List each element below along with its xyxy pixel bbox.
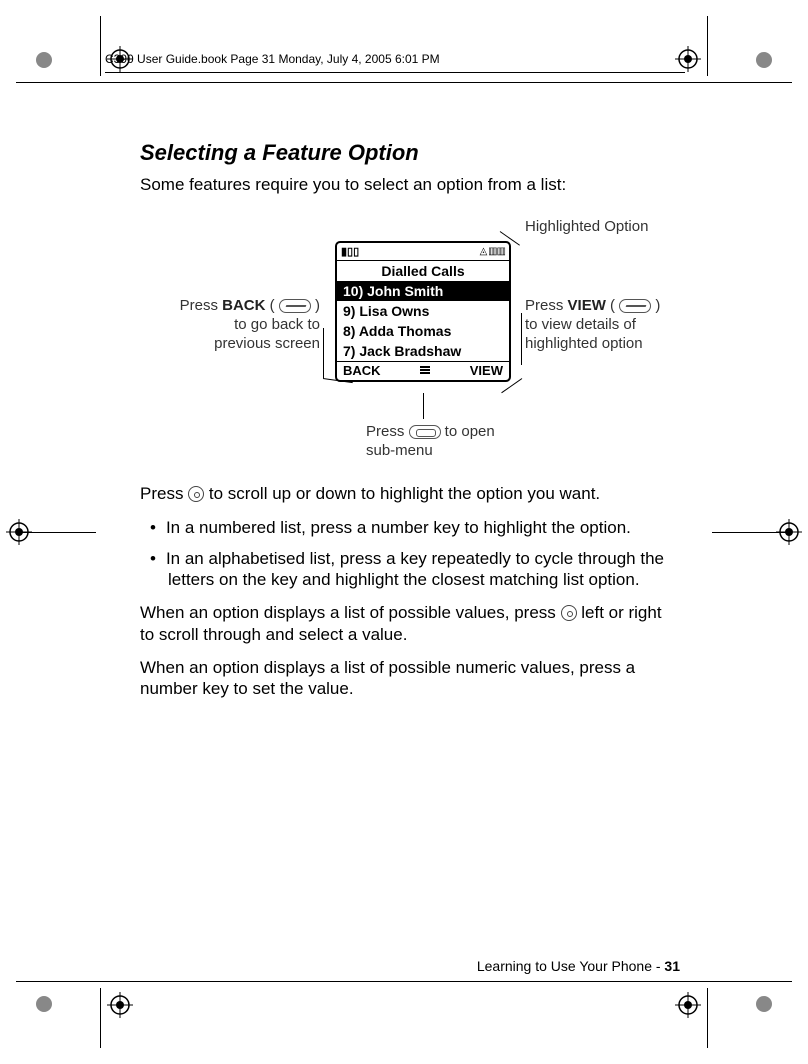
crop-line [100,988,101,1048]
callout-text: Press [366,423,409,440]
callout-back: Press BACK ( ) to go back to previous sc… [140,297,320,353]
nav-key-icon [188,486,204,502]
intro-text: Some features require you to select an o… [140,174,680,195]
nav-key-icon [561,605,577,621]
back-label: BACK [222,297,265,314]
paragraph: When an option displays a list of possib… [140,602,680,645]
crop-dot [36,52,52,68]
softkey-icon [279,299,311,313]
list-item: In an alphabetised list, press a key rep… [168,548,680,591]
callout-menu: Press to opensub-menu [366,423,495,461]
crop-line [100,16,101,76]
header-text: C390 User Guide.book Page 31 Monday, Jul… [105,52,440,66]
crop-dot [36,996,52,1012]
callout-text: Press [525,297,568,314]
screen-title: Dialled Calls [337,261,509,281]
page-header: C390 User Guide.book Page 31 Monday, Jul… [105,48,685,73]
page-footer: Learning to Use Your Phone - 31 [140,958,680,974]
view-label: VIEW [568,297,606,314]
list-item: 9) Lisa Owns [337,301,509,321]
menu-icon [420,363,430,378]
crop-dot [756,996,772,1012]
text: When an option displays a list of possib… [140,603,561,622]
crop-line [712,532,792,533]
softkey-right: VIEW [470,363,503,378]
softkey-icon [619,299,651,313]
signal-icon: ▮▯▯ [341,245,359,258]
list-item: 10) John Smith [337,281,509,301]
registration-mark-icon [107,992,133,1018]
text: Press [140,484,188,503]
crop-line [16,981,792,982]
callout-text: Highlighted Option [525,218,648,235]
footer-text: Learning to Use Your Phone - [477,958,665,974]
content-area: Selecting a Feature Option Some features… [140,140,680,711]
pointer-line [423,393,424,419]
status-bar: ▮▯▯ ◬ ▥▥ [337,243,509,261]
softkey-left: BACK [343,363,381,378]
callout-text: Press [180,297,223,314]
callout-text: ( [606,297,619,314]
paragraph: Press to scroll up or down to highlight … [140,483,680,504]
bullet-list: In a numbered list, press a number key t… [140,517,680,591]
page-number: 31 [664,958,680,974]
menu-key-icon [409,425,441,439]
crop-line [707,988,708,1048]
list-item: 7) Jack Bradshaw [337,341,509,361]
softkey-bar: BACK VIEW [337,361,509,380]
text: to scroll up or down to highlight the op… [204,484,600,503]
page-title: Selecting a Feature Option [140,140,680,166]
battery-icon: ◬ ▥▥ [480,246,505,257]
crop-dot [756,52,772,68]
crop-line [16,532,96,533]
diagram: Highlighted Option Press BACK ( ) to go … [140,213,680,473]
paragraph: When an option displays a list of possib… [140,657,680,700]
pointer-line [323,328,324,378]
phone-screen: ▮▯▯ ◬ ▥▥ Dialled Calls 10) John Smith 9)… [335,241,511,382]
list-item: 8) Adda Thomas [337,321,509,341]
callout-text: ( [265,297,278,314]
callout-view: Press VIEW ( ) to view details of highli… [525,297,685,353]
list-item: In a numbered list, press a number key t… [168,517,680,538]
crop-line [16,82,792,83]
pointer-line [521,313,522,365]
crop-line [707,16,708,76]
registration-mark-icon [675,992,701,1018]
callout-highlighted: Highlighted Option [525,218,648,237]
